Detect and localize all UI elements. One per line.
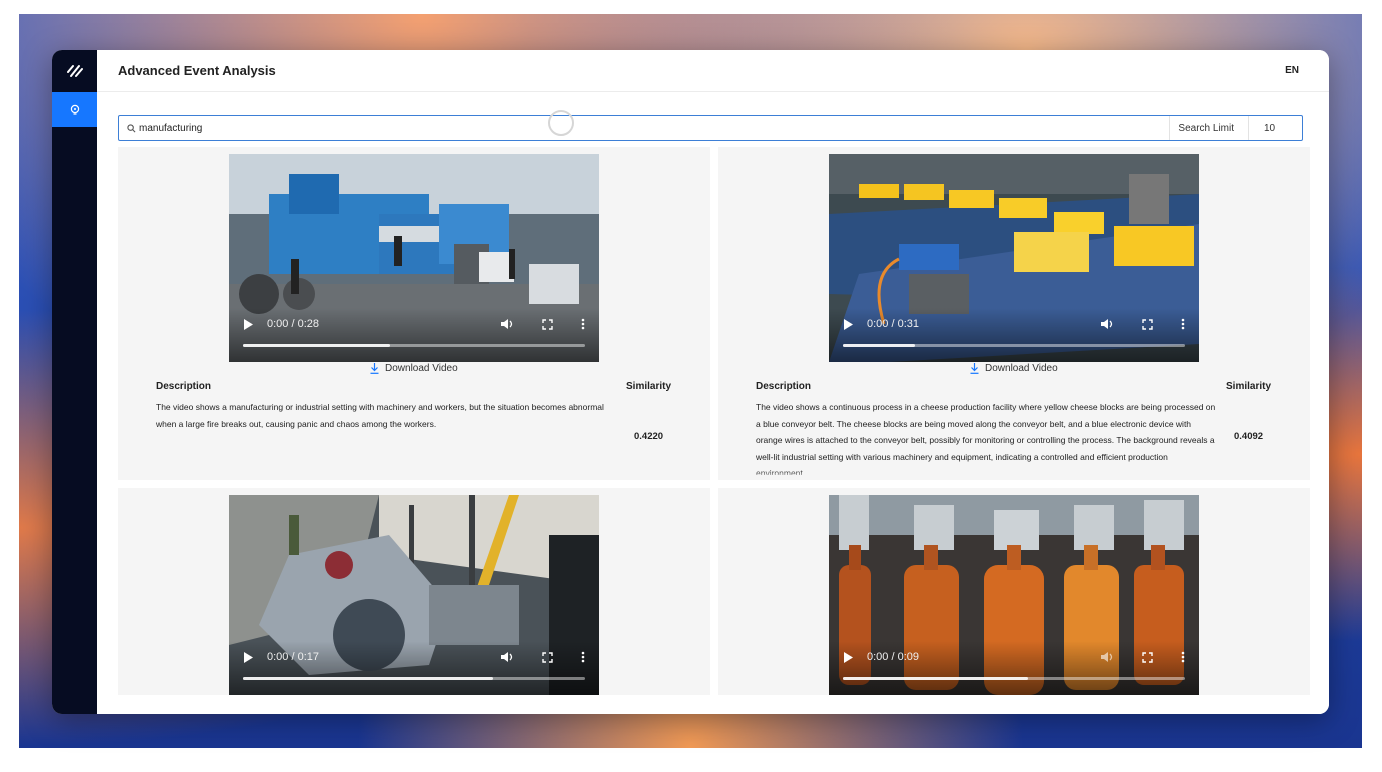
result-card: 0:00 / 0:28 Download Video Description S…: [118, 147, 710, 480]
video-controls: 0:00 / 0:31: [829, 308, 1199, 362]
lightbulb-icon: [70, 104, 79, 115]
description-label: Description: [156, 381, 212, 392]
download-icon: [370, 363, 379, 374]
search-input[interactable]: manufacturing: [139, 123, 1169, 134]
play-icon[interactable]: [243, 651, 253, 663]
volume-icon[interactable]: [1100, 651, 1114, 663]
header: Advanced Event Analysis EN: [97, 50, 1329, 92]
volume-icon[interactable]: [1100, 318, 1114, 330]
more-options-icon[interactable]: [1181, 318, 1185, 330]
search-limit-input[interactable]: 10: [1248, 116, 1302, 140]
video-player[interactable]: 0:00 / 0:17: [229, 495, 599, 695]
logo-icon: [66, 65, 83, 77]
download-label: Download Video: [985, 363, 1058, 374]
fullscreen-icon[interactable]: [1142, 651, 1153, 663]
more-options-icon[interactable]: [1181, 651, 1185, 663]
play-icon[interactable]: [243, 318, 253, 330]
search-icon: [119, 123, 139, 133]
sidebar-item-event-analysis[interactable]: [52, 92, 97, 127]
more-options-icon[interactable]: [581, 318, 585, 330]
search-bar: manufacturing Search Limit 10: [118, 115, 1303, 141]
main-panel: Advanced Event Analysis EN manufacturing…: [97, 50, 1329, 714]
similarity-label: Similarity: [1226, 381, 1272, 392]
fullscreen-icon[interactable]: [542, 318, 553, 330]
video-time: 0:00 / 0:09: [867, 651, 919, 663]
volume-icon[interactable]: [500, 651, 514, 663]
download-label: Download Video: [385, 363, 458, 374]
download-video-link[interactable]: Download Video: [970, 363, 1058, 374]
download-icon: [970, 363, 979, 374]
video-time: 0:00 / 0:31: [867, 318, 919, 330]
video-progress-track[interactable]: [243, 677, 585, 680]
loading-spinner: [548, 110, 574, 136]
app-window: Advanced Event Analysis EN manufacturing…: [52, 50, 1329, 714]
download-video-link[interactable]: Download Video: [370, 363, 458, 374]
description-label: Description: [756, 381, 812, 392]
sidebar: [52, 50, 97, 714]
play-icon[interactable]: [843, 318, 853, 330]
app-logo[interactable]: [52, 50, 97, 92]
result-card: 0:00 / 0:09: [718, 488, 1310, 695]
video-controls: 0:00 / 0:09: [829, 641, 1199, 695]
more-options-icon[interactable]: [581, 651, 585, 663]
result-card: 0:00 / 0:31 Download Video Description S…: [718, 147, 1310, 480]
video-time: 0:00 / 0:28: [267, 318, 319, 330]
similarity-value: 0.4220: [634, 431, 664, 442]
language-switch[interactable]: EN: [1285, 65, 1299, 76]
video-progress-track[interactable]: [243, 344, 585, 347]
video-progress-track[interactable]: [843, 344, 1185, 347]
video-player[interactable]: 0:00 / 0:09: [829, 495, 1199, 695]
description-text: The video shows a continuous process in …: [756, 402, 1216, 475]
fullscreen-icon[interactable]: [542, 651, 553, 663]
similarity-value: 0.4092: [1234, 431, 1264, 442]
video-player[interactable]: 0:00 / 0:31: [829, 154, 1199, 362]
video-controls: 0:00 / 0:17: [229, 641, 599, 695]
page-title: Advanced Event Analysis: [118, 63, 276, 78]
video-player[interactable]: 0:00 / 0:28: [229, 154, 599, 362]
result-card: 0:00 / 0:17: [118, 488, 710, 695]
play-icon[interactable]: [843, 651, 853, 663]
similarity-label: Similarity: [626, 381, 672, 392]
video-controls: 0:00 / 0:28: [229, 308, 599, 362]
video-time: 0:00 / 0:17: [267, 651, 319, 663]
volume-icon[interactable]: [500, 318, 514, 330]
description-text: The video shows a manufacturing or indus…: [156, 402, 604, 429]
search-limit-label: Search Limit: [1169, 116, 1248, 140]
video-progress-track[interactable]: [843, 677, 1185, 680]
fullscreen-icon[interactable]: [1142, 318, 1153, 330]
